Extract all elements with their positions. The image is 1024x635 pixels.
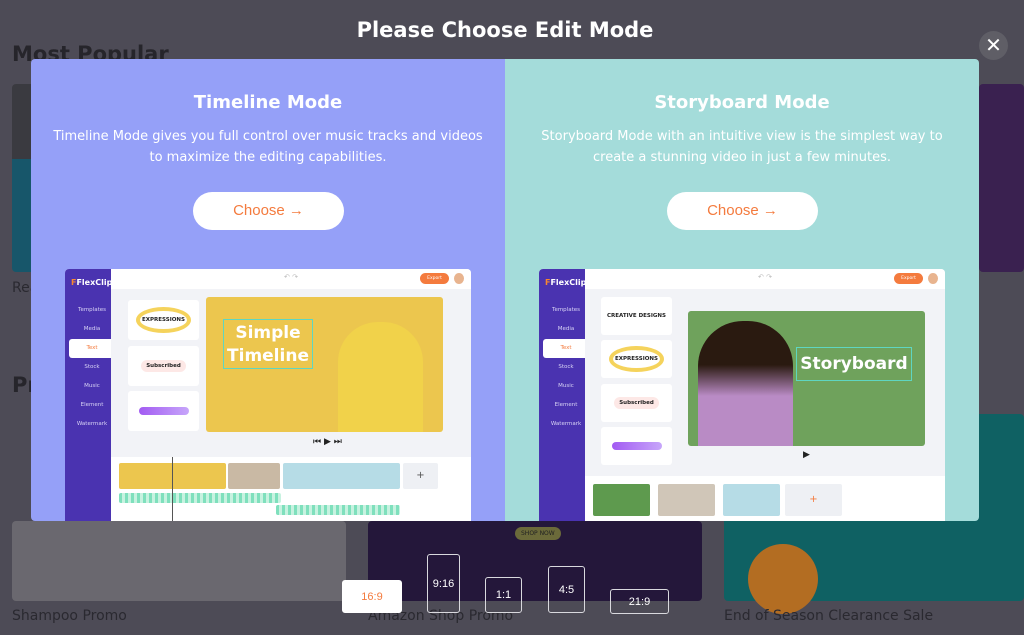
storyboard-scene bbox=[593, 484, 650, 516]
preview-timeline: + bbox=[111, 457, 471, 521]
ratio-4-5[interactable]: 4:5 bbox=[548, 566, 585, 613]
storyboard-title: Storyboard Mode bbox=[654, 92, 830, 113]
preview-tile-wave bbox=[601, 427, 672, 465]
storyboard-preview: FFlexClip Templates Media Text Stock Mus… bbox=[539, 269, 945, 521]
flexclip-logo: FFlexClip bbox=[71, 278, 113, 287]
person-image bbox=[698, 321, 793, 446]
preview-tile: EXPRESSIONS bbox=[128, 300, 199, 340]
preview-tile: EXPRESSIONS bbox=[601, 340, 672, 378]
preview-menu-item: Templates bbox=[78, 307, 106, 313]
timeline-mode-panel[interactable]: Timeline Mode Timeline Mode gives you fu… bbox=[31, 59, 505, 521]
preview-menu-item: Media bbox=[83, 326, 101, 332]
template-label[interactable]: Shampoo Promo bbox=[12, 608, 127, 624]
preview-menu-item: Music bbox=[84, 383, 100, 389]
template-card-shampoo[interactable] bbox=[12, 521, 346, 601]
storyboard-scene bbox=[658, 484, 715, 516]
timeline-clip bbox=[228, 463, 280, 489]
preview-export: Export bbox=[894, 273, 923, 284]
timeline-title: Timeline Mode bbox=[193, 92, 343, 113]
add-clip-button: + bbox=[403, 463, 438, 489]
undo-redo-icon: ↶ ↷ bbox=[284, 273, 298, 281]
preview-tile: Subscribed bbox=[601, 384, 672, 422]
preview-stage: Storyboard bbox=[688, 311, 925, 446]
timeline-clip bbox=[283, 463, 400, 489]
preview-storyboard: + bbox=[585, 476, 945, 521]
preview-menu-item: Templates bbox=[552, 307, 580, 313]
preview-stage-text: Storyboard bbox=[796, 347, 912, 381]
avatar bbox=[454, 273, 464, 284]
preview-menu-item: Stock bbox=[558, 364, 574, 370]
playhead bbox=[172, 457, 173, 521]
preview-export: Export bbox=[420, 273, 449, 284]
preview-tile: Subscribed bbox=[128, 346, 199, 386]
add-scene-button: + bbox=[785, 484, 842, 516]
ratio-1-1[interactable]: 1:1 bbox=[485, 577, 522, 613]
preview-stage-text: Simple Timeline bbox=[223, 319, 313, 369]
preview-menu-item: Music bbox=[558, 383, 574, 389]
modal-title: Please Choose Edit Mode bbox=[356, 18, 654, 42]
orange-image bbox=[748, 544, 818, 614]
flexclip-logo: FFlexClip bbox=[545, 278, 587, 287]
preview-toolbar: ↶ ↷ Export bbox=[111, 269, 471, 289]
preview-menu-item: Stock bbox=[84, 364, 100, 370]
template-label[interactable]: End of Season Clearance Sale bbox=[724, 608, 933, 624]
preview-menu-item: Watermark bbox=[76, 421, 108, 427]
preview-tile: CREATIVE DESIGNS bbox=[601, 297, 672, 335]
audio-track bbox=[119, 493, 281, 503]
timeline-preview: FFlexClip Templates Media Text Stock Mus… bbox=[65, 269, 471, 521]
edit-mode-modal: Timeline Mode Timeline Mode gives you fu… bbox=[31, 59, 979, 521]
preview-sidebar: FFlexClip Templates Media Text Stock Mus… bbox=[65, 269, 113, 521]
template-card[interactable] bbox=[979, 84, 1024, 272]
preview-tile-wave bbox=[128, 391, 199, 431]
play-icon: ▶ bbox=[803, 450, 810, 460]
storyboard-scene bbox=[723, 484, 780, 516]
preview-menu-item: Element bbox=[80, 402, 104, 408]
storyboard-description: Storyboard Mode with an intuitive view i… bbox=[541, 129, 943, 165]
preview-menu-item: Text bbox=[69, 339, 111, 358]
choose-timeline-button[interactable]: Choose → bbox=[193, 192, 344, 230]
playback-controls: ⏮ ▶ ⏭ bbox=[313, 437, 342, 447]
ratio-21-9[interactable]: 21:9 bbox=[610, 589, 669, 614]
preview-stage: Simple Timeline bbox=[206, 297, 443, 432]
avatar bbox=[928, 273, 938, 284]
preview-menu-item: Media bbox=[557, 326, 575, 332]
preview-sidebar: FFlexClip Templates Media Text Stock Mus… bbox=[539, 269, 587, 521]
choose-storyboard-button[interactable]: Choose → bbox=[667, 192, 818, 230]
preview-menu-item: Element bbox=[554, 402, 578, 408]
ratio-9-16[interactable]: 9:16 bbox=[427, 554, 460, 613]
timeline-description: Timeline Mode gives you full control ove… bbox=[53, 129, 483, 165]
ratio-16-9[interactable]: 16:9 bbox=[342, 580, 402, 613]
storyboard-mode-panel[interactable]: Storyboard Mode Storyboard Mode with an … bbox=[505, 59, 979, 521]
person-image bbox=[338, 322, 423, 432]
preview-menu-item: Watermark bbox=[550, 421, 582, 427]
undo-redo-icon: ↶ ↷ bbox=[758, 273, 772, 281]
preview-menu-item: Text bbox=[543, 339, 585, 358]
close-icon[interactable]: ✕ bbox=[979, 31, 1008, 60]
preview-toolbar: ↶ ↷ Export bbox=[585, 269, 945, 289]
audio-track bbox=[276, 505, 400, 515]
shop-now-badge: SHOP NOW bbox=[515, 527, 561, 540]
